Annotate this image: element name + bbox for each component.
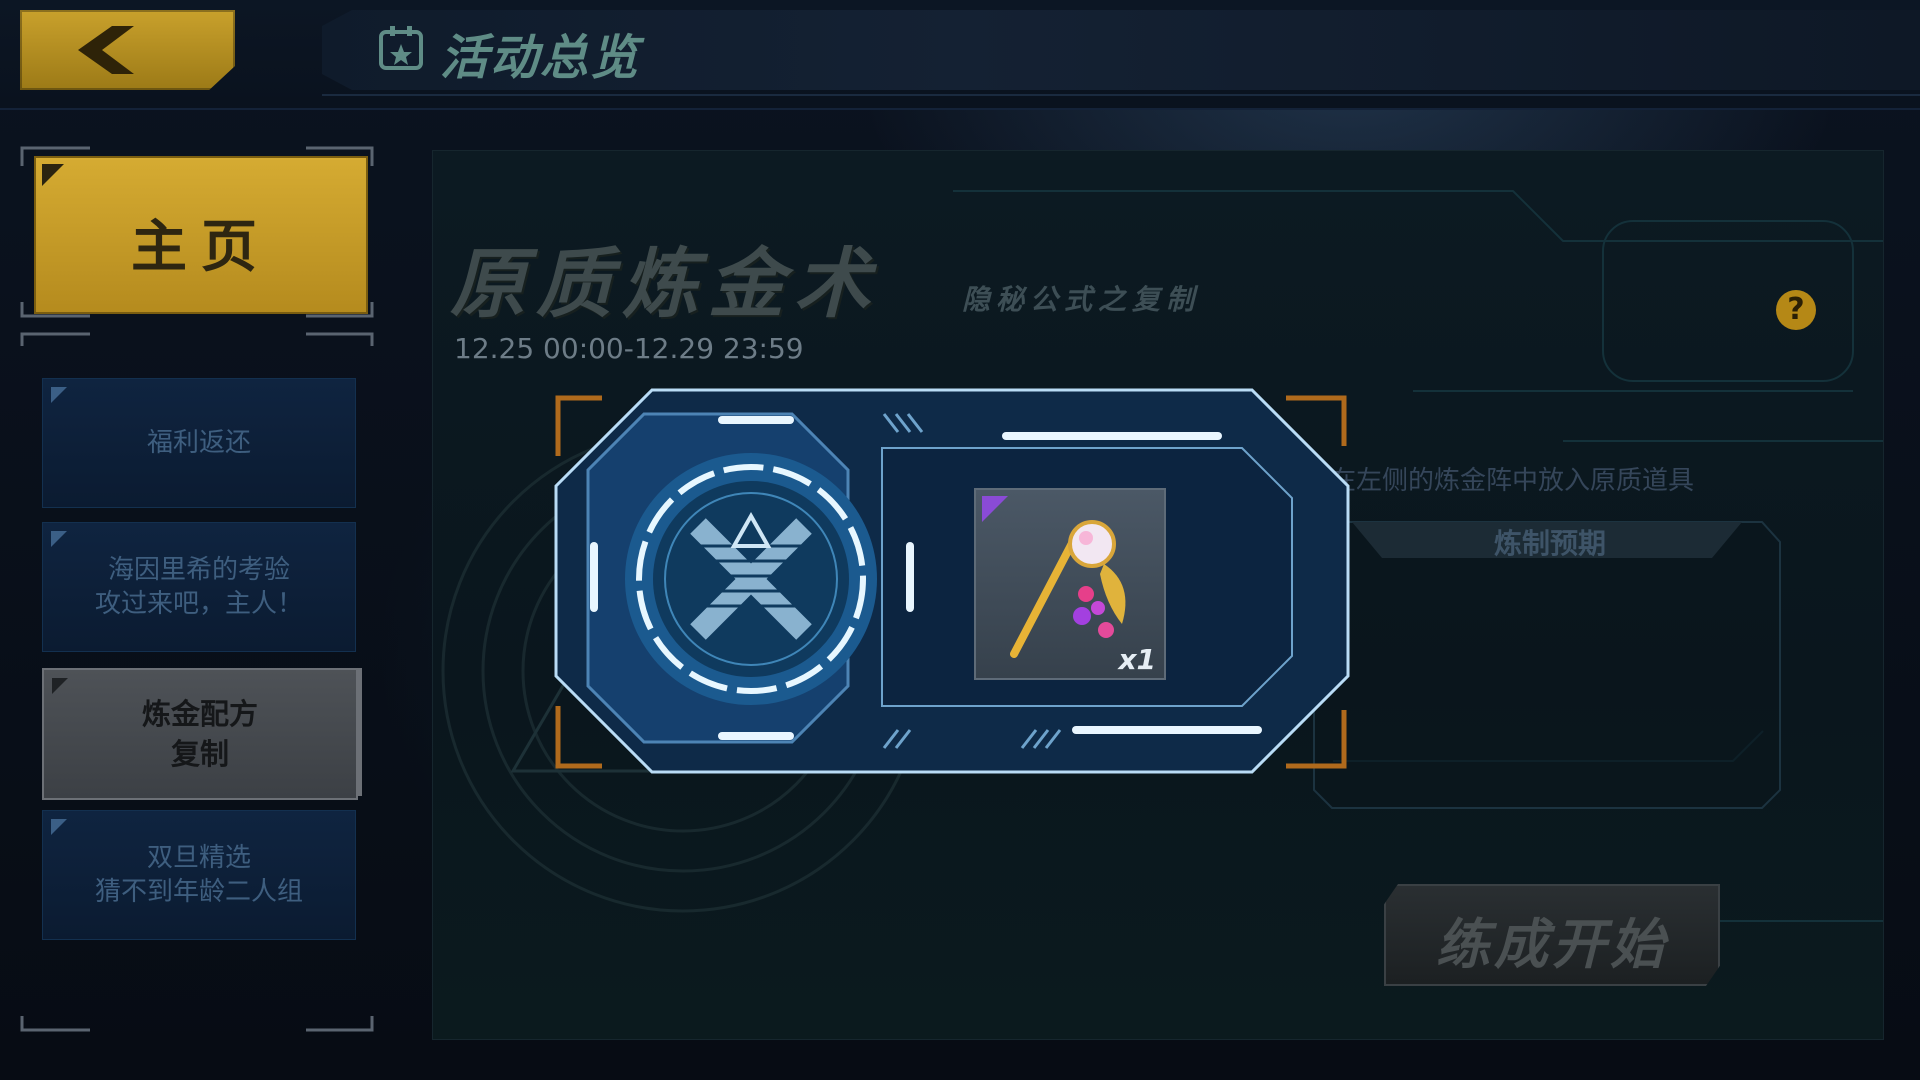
forecast-label: 炼制预期 [1493,527,1606,560]
item-quantity: x1 [1118,643,1156,676]
tab-home-label: 主页 [131,215,271,280]
event-subtitle: 隐秘公式之复制 [962,283,1201,316]
sidebar-item-heinrich-trial[interactable]: 海因里希的考验 攻过来吧，主人！ [42,522,356,652]
start-alchemy-button[interactable]: 练成开始 [1384,884,1720,986]
back-button[interactable] [20,10,235,90]
alchemy-circle-icon[interactable] [618,446,884,712]
tab-corner-marker [42,164,64,186]
chevron-left-icon [78,26,134,74]
sidebar-item-welfare-return[interactable]: 福利返还 [42,378,356,508]
item-slot[interactable]: x1 [974,488,1166,680]
page-title: 活动总览 [440,30,641,86]
event-date-range: 12.25 00:00-12.29 23:59 [454,332,804,365]
sidebar-item-label: 炼金配方 复制 [141,697,258,771]
event-title: 原质炼金术 [450,239,880,328]
forecast-frame [1313,521,1781,809]
help-icon: ? [1787,292,1805,327]
sidebar-item-alchemy-recipe[interactable]: 炼金配方 复制 [42,668,358,800]
title-divider [322,94,1920,96]
calendar-icon [379,26,423,70]
active-indicator [356,668,362,796]
ornate-scepter-icon [1010,520,1126,658]
sidebar-item-label: 福利返还 [146,428,251,458]
help-button[interactable]: ? [1776,290,1816,330]
start-button-label: 练成开始 [1436,913,1668,976]
instruction-text: 在左侧的炼金阵中放入原质道具 [1330,466,1695,496]
sidebar-item-holiday-picks[interactable]: 双旦精选 猜不到年龄二人组 [42,810,356,940]
sidebar-item-label: 双旦精选 猜不到年龄二人组 [94,843,303,907]
tab-home[interactable]: 主页 [34,156,368,314]
sidebar-item-label: 海因里希的考验 攻过来吧，主人！ [94,555,303,619]
